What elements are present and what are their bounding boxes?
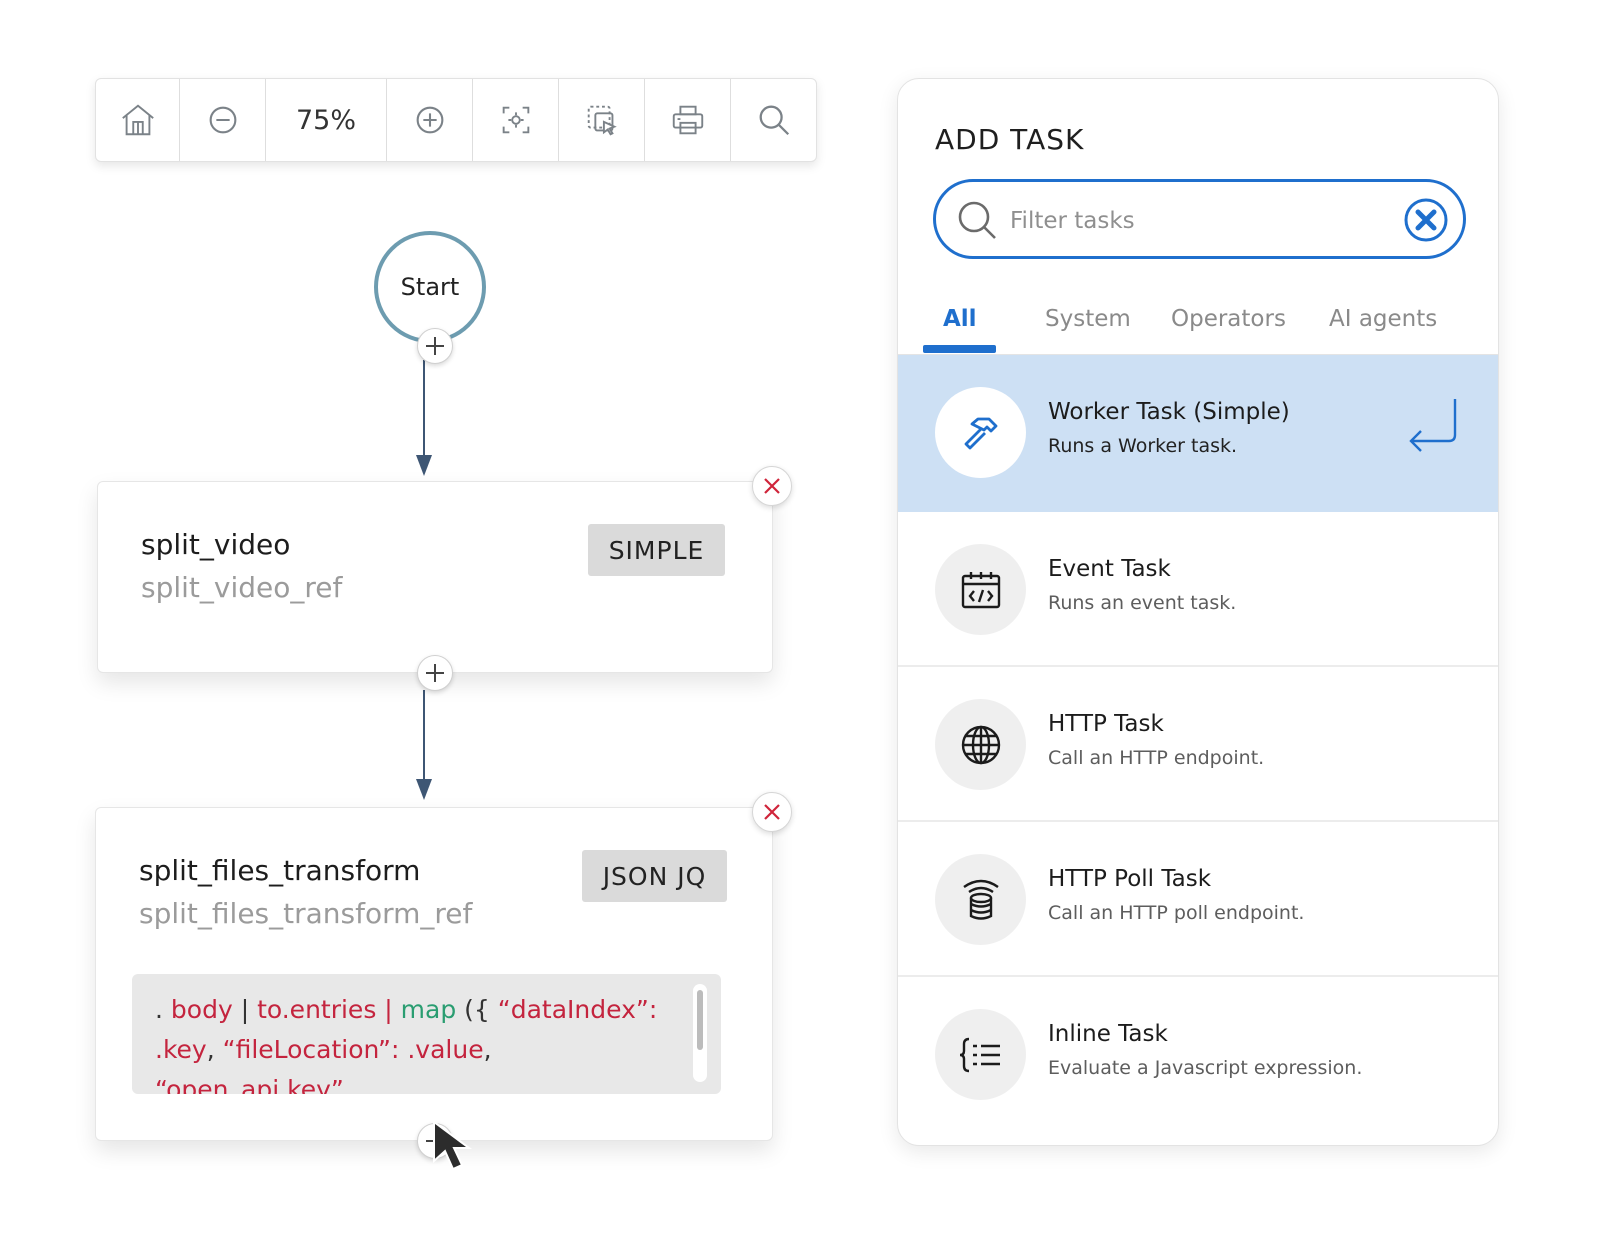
task-icon-badge [935,544,1026,635]
code-token: ({ [456,995,498,1024]
code-scrollbar[interactable] [693,984,707,1082]
zoom-out-icon [209,106,236,134]
close-icon [764,478,780,494]
tab-all[interactable]: All [943,306,977,332]
task-card-split-video[interactable]: split_video split_video_ref SIMPLE [97,481,773,673]
close-icon [764,804,780,820]
task-option-http[interactable]: HTTP Task Call an HTTP endpoint. [898,667,1498,822]
task-option-event[interactable]: Event Task Runs an event task. [898,512,1498,667]
task-type-badge: JSON JQ [582,850,727,902]
task-card-split-files-transform[interactable]: split_files_transform split_files_transf… [95,807,773,1141]
tab-ai-agents[interactable]: AI agents [1329,306,1437,332]
task-name: split_files_transform [139,854,421,887]
code-token: , [206,1035,223,1064]
task-option-title: HTTP Poll Task [1048,866,1212,892]
task-option-title: Worker Task (Simple) [1048,399,1290,425]
jq-expression-editor[interactable]: . body | to.entries | map ({ “dataIndex”… [132,974,721,1094]
plus-icon [426,664,444,682]
task-category-tabs: All System Operators AI agents [898,294,1498,355]
task-icon-badge [935,1009,1026,1100]
code-token: | [232,995,258,1024]
task-icon-badge [935,387,1026,478]
enter-key-icon [1409,399,1457,452]
select-area-button[interactable] [559,79,645,161]
search-icon [759,105,789,136]
code-line: . body | to.entries | map ({ “dataIndex”… [155,990,661,1030]
code-token: .key [155,1035,207,1064]
task-icon-badge [935,699,1026,790]
home-button[interactable] [96,79,180,161]
task-option-inline[interactable]: Inline Task Evaluate a Javascript expres… [898,977,1498,1132]
code-token: map [400,995,457,1024]
clear-filter-icon[interactable] [1403,197,1449,243]
task-option-title: Inline Task [1048,1021,1168,1047]
start-node[interactable]: Start [374,231,486,343]
task-type-list: Worker Task (Simple) Runs a Worker task.… [898,355,1498,1132]
plus-icon [426,337,444,355]
add-task-after-start-button[interactable] [417,328,453,364]
task-option-description: Evaluate a Javascript expression. [1048,1057,1363,1079]
task-option-description: Call an HTTP endpoint. [1048,747,1265,769]
edge-start-to-split-video [416,360,432,476]
mouse-cursor-icon [433,1120,473,1171]
task-option-description: Runs an event task. [1048,592,1237,614]
task-option-description: Call an HTTP poll endpoint. [1048,902,1305,924]
code-token: . [155,995,171,1024]
filter-tasks-input[interactable] [1008,200,1382,242]
task-reference-name: split_video_ref [141,571,343,604]
add-task-after-split-video-button[interactable] [417,655,453,691]
print-icon [672,105,703,135]
database-poll-icon [962,879,999,920]
task-option-http-poll[interactable]: HTTP Poll Task Call an HTTP poll endpoin… [898,822,1498,977]
code-braces-icon [959,1037,1000,1072]
tab-operators[interactable]: Operators [1171,306,1286,332]
code-token: body [170,995,233,1024]
calendar-code-icon [961,571,1000,608]
scrollbar-thumb[interactable] [697,990,703,1050]
task-type-badge: SIMPLE [588,524,725,576]
tab-system[interactable]: System [1045,306,1131,332]
add-task-panel: ADD TASK All System Operators AI agents … [897,78,1499,1146]
select-area-icon [587,105,617,136]
task-option-worker[interactable]: Worker Task (Simple) Runs a Worker task. [898,355,1498,512]
code-token: “open_api.key” [155,1075,344,1094]
zoom-in-icon [416,106,443,134]
zoom-level: 75% [266,79,387,161]
task-option-title: HTTP Task [1048,711,1164,737]
search-icon [958,201,996,239]
hammer-icon [964,417,997,449]
canvas-toolbar: 75% [95,78,817,162]
task-option-description: Runs a Worker task. [1048,435,1238,457]
task-option-title: Event Task [1048,556,1171,582]
zoom-in-button[interactable] [387,79,473,161]
code-token: | [376,995,401,1024]
task-icon-badge [935,854,1026,945]
code-line: .key, “fileLocation”: .value, [155,1030,661,1070]
search-button[interactable] [731,79,816,161]
task-reference-name: split_files_transform_ref [139,897,473,930]
fit-to-screen-icon [502,106,529,134]
edge-split-video-to-transform [416,690,432,800]
globe-icon [961,725,1000,764]
panel-title: ADD TASK [935,123,1085,156]
code-token: “fileLocation”: .value [222,1035,484,1064]
print-button[interactable] [645,79,731,161]
delete-task-button[interactable] [752,466,792,506]
fit-to-screen-button[interactable] [473,79,559,161]
filter-tasks-field[interactable] [933,179,1466,259]
code-token: “dataIndex”: [497,995,658,1024]
active-tab-indicator [923,345,996,353]
zoom-out-button[interactable] [180,79,266,161]
delete-task-button[interactable] [752,792,792,832]
code-token: to.entries [257,995,377,1024]
task-name: split_video [141,528,291,561]
code-line: “open_api.key” [155,1070,661,1094]
start-label: Start [400,273,460,301]
code-token: , [483,1035,492,1064]
home-icon [121,104,154,136]
